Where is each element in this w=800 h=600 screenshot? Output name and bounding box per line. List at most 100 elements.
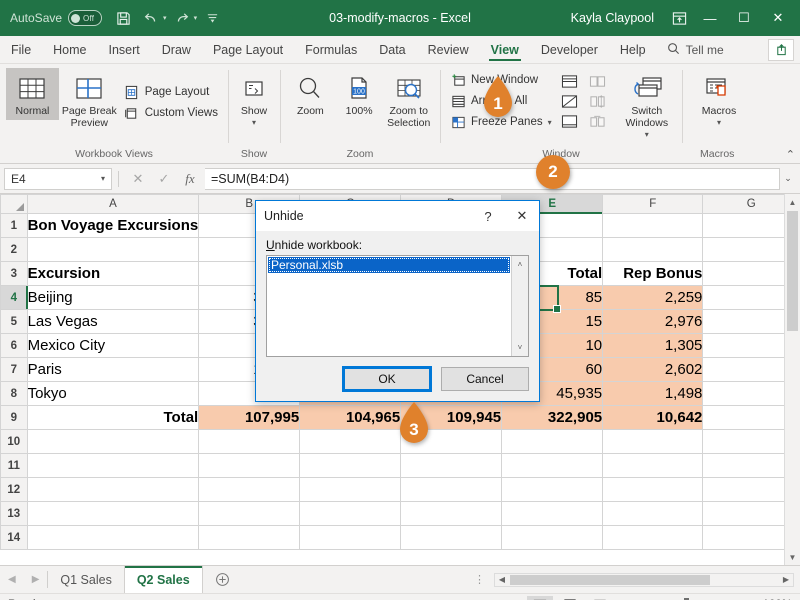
undo-dropdown-icon[interactable]: ▾ — [163, 14, 167, 22]
synchronous-scrolling-icon[interactable] — [587, 92, 609, 110]
sheet-tab-overflow-icon[interactable]: ⋮ — [466, 573, 494, 586]
name-box-dropdown-icon[interactable]: ▾ — [101, 174, 105, 183]
cell-f6[interactable]: 1,305 — [603, 334, 703, 358]
name-box[interactable]: E4 ▾ — [4, 168, 112, 190]
cell-f7[interactable]: 2,602 — [603, 358, 703, 382]
sheet-tab-q2-sales[interactable]: Q2 Sales — [124, 566, 203, 593]
normal-view-button[interactable]: Normal — [6, 68, 59, 120]
customize-qat-icon[interactable] — [199, 5, 225, 31]
unhide-window-icon[interactable] — [559, 112, 581, 130]
cell-e14[interactable] — [502, 526, 603, 550]
cell-a3[interactable]: Excursion — [27, 262, 199, 286]
select-all-corner[interactable] — [1, 195, 28, 214]
sheet-tab-q1-sales[interactable]: Q1 Sales — [48, 566, 123, 593]
row-header-7[interactable]: 7 — [1, 358, 28, 382]
cell-a9[interactable]: Total — [27, 406, 199, 430]
zoom-100-button[interactable]: 100 100% — [335, 68, 384, 120]
cell-d13[interactable] — [401, 502, 502, 526]
ribbon-display-options-icon[interactable] — [666, 5, 692, 31]
unhide-workbook-listbox[interactable]: Personal.xlsb ˄ ˅ — [266, 255, 529, 357]
scroll-right-arrow[interactable]: ▶ — [779, 575, 793, 584]
view-side-by-side-icon[interactable] — [587, 72, 609, 90]
cell-a13[interactable] — [27, 502, 199, 526]
cell-f2[interactable] — [603, 238, 703, 262]
switch-windows-button[interactable]: Switch Windows ▾ — [618, 68, 676, 144]
cell-c12[interactable] — [300, 478, 401, 502]
cell-a2[interactable] — [27, 238, 199, 262]
zoom-to-selection-button[interactable]: Zoom to Selection — [383, 68, 434, 132]
tab-review[interactable]: Review — [417, 36, 480, 63]
row-header-1[interactable]: 1 — [1, 214, 28, 238]
cell-b10[interactable] — [199, 430, 300, 454]
row-header-6[interactable]: 6 — [1, 334, 28, 358]
column-header-a[interactable]: A — [27, 195, 199, 214]
cell-a11[interactable] — [27, 454, 199, 478]
cell-f11[interactable] — [603, 454, 703, 478]
cell-f5[interactable]: 2,976 — [603, 310, 703, 334]
insert-function-icon[interactable]: fx — [177, 168, 203, 190]
undo-icon[interactable] — [138, 5, 164, 31]
macros-button[interactable]: Macros ▾ — [688, 68, 750, 132]
scroll-up-arrow[interactable]: ▲ — [785, 194, 800, 210]
macros-dropdown-icon[interactable]: ▾ — [717, 117, 721, 129]
cell-b11[interactable] — [199, 454, 300, 478]
cell-b14[interactable] — [199, 526, 300, 550]
cell-c14[interactable] — [300, 526, 401, 550]
cancel-icon[interactable]: ✕ — [125, 168, 151, 190]
row-header-3[interactable]: 3 — [1, 262, 28, 286]
maximize-button[interactable]: ☐ — [728, 4, 760, 32]
tab-help[interactable]: Help — [609, 36, 657, 63]
autosave-toggle[interactable]: Off — [68, 10, 102, 26]
listbox-scrollbar[interactable]: ˄ ˅ — [511, 256, 528, 356]
column-header-f[interactable]: F — [603, 195, 703, 214]
row-header-14[interactable]: 14 — [1, 526, 28, 550]
tab-insert[interactable]: Insert — [98, 36, 151, 63]
cell-c9[interactable]: 104,965 — [300, 406, 401, 430]
cell-a14[interactable] — [27, 526, 199, 550]
cell-c13[interactable] — [300, 502, 401, 526]
tab-developer[interactable]: Developer — [530, 36, 609, 63]
row-header-12[interactable]: 12 — [1, 478, 28, 502]
save-icon[interactable] — [110, 5, 136, 31]
cell-a7[interactable]: Paris — [27, 358, 199, 382]
cell-d11[interactable] — [401, 454, 502, 478]
row-header-11[interactable]: 11 — [1, 454, 28, 478]
cell-f10[interactable] — [603, 430, 703, 454]
expand-formula-bar-icon[interactable]: ⌄ — [780, 173, 796, 184]
next-sheet-icon[interactable]: ▶ — [32, 574, 40, 585]
share-icon[interactable] — [768, 39, 794, 61]
listbox-scroll-down-icon[interactable]: ˅ — [512, 339, 528, 356]
dialog-help-button[interactable]: ? — [471, 201, 505, 231]
cell-f1[interactable] — [603, 214, 703, 238]
page-break-preview-button[interactable]: Page Break Preview — [59, 68, 120, 132]
page-layout-view-status-icon[interactable] — [557, 596, 583, 600]
autosave-control[interactable]: AutoSave Off — [10, 10, 102, 26]
cell-b12[interactable] — [199, 478, 300, 502]
cell-f14[interactable] — [603, 526, 703, 550]
cell-d12[interactable] — [401, 478, 502, 502]
page-break-preview-view-status-icon[interactable] — [587, 596, 613, 600]
cell-e11[interactable] — [502, 454, 603, 478]
tab-data[interactable]: Data — [368, 36, 416, 63]
show-button[interactable]: Show ▾ — [234, 68, 274, 132]
row-header-8[interactable]: 8 — [1, 382, 28, 406]
vertical-scrollbar-thumb[interactable] — [787, 211, 798, 331]
tab-home[interactable]: Home — [42, 36, 97, 63]
cell-e10[interactable] — [502, 430, 603, 454]
row-header-9[interactable]: 9 — [1, 406, 28, 430]
tab-formulas[interactable]: Formulas — [294, 36, 368, 63]
enter-icon[interactable]: ✓ — [151, 168, 177, 190]
cell-a8[interactable]: Tokyo — [27, 382, 199, 406]
horizontal-scrollbar-thumb[interactable] — [510, 575, 710, 585]
cell-e12[interactable] — [502, 478, 603, 502]
cell-f9[interactable]: 10,642 — [603, 406, 703, 430]
reset-window-position-icon[interactable] — [587, 112, 609, 130]
tab-view[interactable]: View — [480, 36, 530, 63]
scroll-down-arrow[interactable]: ▼ — [785, 549, 800, 565]
cell-a5[interactable]: Las Vegas — [27, 310, 199, 334]
tab-draw[interactable]: Draw — [151, 36, 202, 63]
previous-sheet-icon[interactable]: ◀ — [8, 574, 16, 585]
dialog-close-icon[interactable]: ✕ — [505, 201, 539, 231]
cell-b13[interactable] — [199, 502, 300, 526]
minimize-button[interactable]: — — [694, 4, 726, 32]
